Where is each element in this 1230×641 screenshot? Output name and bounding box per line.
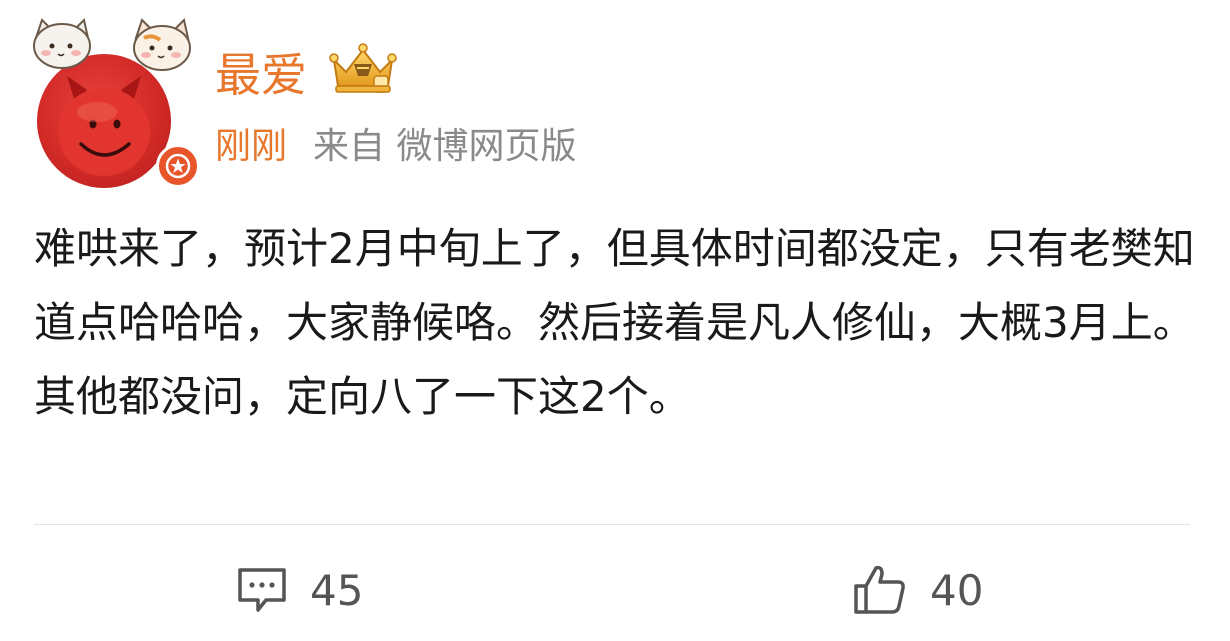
post-source: 来自 微博网页版 [313,126,577,167]
vip-crown-icon[interactable] [328,42,398,98]
divider [34,524,1190,525]
star-icon [165,153,191,179]
comment-button[interactable]: 45 [236,560,363,620]
like-button[interactable]: 40 [852,560,983,620]
verified-star-icon [156,144,200,188]
weibo-post: 最爱 刚刚 来自 微博网页版 难哄来了，预计2月中旬上了，但具体时间都没定，只有老… [0,0,1230,641]
post-paragraph: 其他都没问，定向八了一下这2个。 [34,372,691,421]
avatar[interactable] [32,16,200,188]
thumbs-up-icon [854,565,905,614]
like-count: 40 [930,565,984,615]
post-content: 难哄来了，预计2月中旬上了，但具体时间都没定，只有老樊知道点哈哈哈，大家静候咯。… [34,212,1204,434]
post-meta: 刚刚 来自 微博网页版 [215,124,576,170]
post-paragraph: 难哄来了，预计2月中旬上了，但具体时间都没定，只有老樊知道点哈哈哈，大家静候咯。… [34,224,1195,347]
comment-icon [238,568,286,612]
comment-count: 45 [310,565,364,615]
post-time: 刚刚 [215,126,288,167]
cat-stickers-icon [33,18,191,71]
username[interactable]: 最爱 [215,47,307,103]
